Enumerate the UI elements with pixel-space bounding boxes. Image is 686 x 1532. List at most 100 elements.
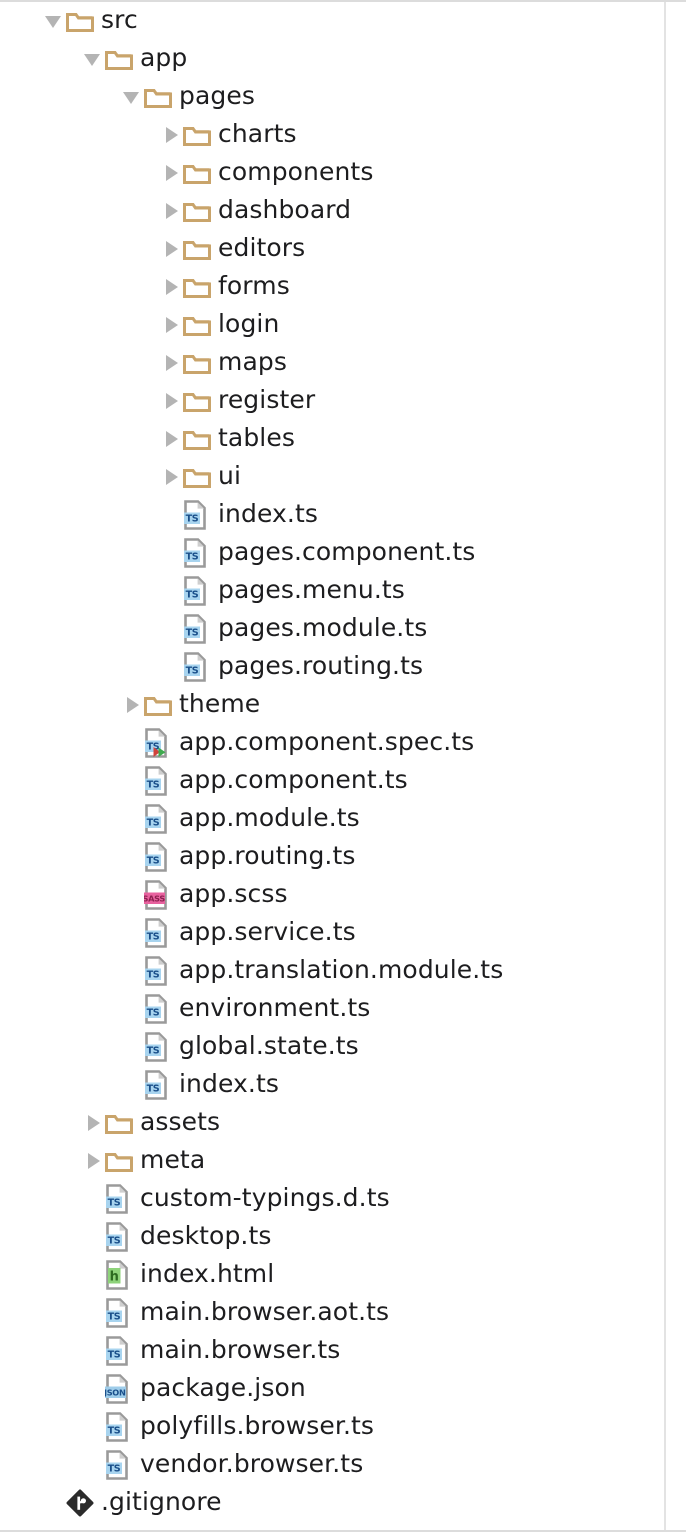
folder-icon bbox=[183, 306, 213, 344]
file-name-label: app.translation.module.ts bbox=[179, 955, 504, 984]
tree-row[interactable]: editors bbox=[0, 230, 664, 268]
tree-row[interactable]: TS vendor.browser.ts bbox=[0, 1446, 664, 1484]
folder-icon bbox=[183, 268, 213, 306]
folder-name-label: charts bbox=[218, 119, 297, 148]
tree-twisty-placeholder bbox=[157, 648, 183, 686]
folder-name-label: meta bbox=[140, 1145, 206, 1174]
tree-row[interactable]: TS main.browser.ts bbox=[0, 1332, 664, 1370]
tree-row[interactable]: TS index.ts bbox=[0, 496, 664, 534]
tree-row[interactable]: TS custom-typings.d.ts bbox=[0, 1180, 664, 1218]
file-name-label: app.component.spec.ts bbox=[179, 727, 475, 756]
chevron-right-icon[interactable] bbox=[157, 230, 183, 268]
tree-row[interactable]: tables bbox=[0, 420, 664, 458]
file-name-label: desktop.ts bbox=[140, 1221, 272, 1250]
tree-row[interactable]: TS environment.ts bbox=[0, 990, 664, 1028]
tree-row[interactable]: charts bbox=[0, 116, 664, 154]
tree-row[interactable]: register bbox=[0, 382, 664, 420]
chevron-right-icon[interactable] bbox=[118, 686, 144, 724]
tree-row[interactable]: src bbox=[0, 2, 664, 40]
file-tree-list: src app pages charts components dashboard edit… bbox=[0, 2, 664, 1522]
typescript-file-icon: TS bbox=[144, 762, 174, 800]
folder-icon bbox=[183, 192, 213, 230]
folder-name-label: tables bbox=[218, 423, 295, 452]
tree-row[interactable]: pages bbox=[0, 78, 664, 116]
tree-row[interactable]: TS global.state.ts bbox=[0, 1028, 664, 1066]
typescript-file-icon: TS bbox=[144, 800, 174, 838]
svg-text:TS: TS bbox=[108, 1198, 121, 1209]
git-file-icon bbox=[66, 1484, 96, 1522]
tree-row[interactable]: JSON package.json bbox=[0, 1370, 664, 1408]
sass-file-icon: SASS bbox=[144, 876, 174, 914]
svg-text:JSON: JSON bbox=[105, 1388, 126, 1398]
tree-row[interactable]: TS main.browser.aot.ts bbox=[0, 1294, 664, 1332]
tree-twisty-placeholder bbox=[79, 1332, 105, 1370]
tree-row[interactable]: TS polyfills.browser.ts bbox=[0, 1408, 664, 1446]
chevron-right-icon[interactable] bbox=[157, 306, 183, 344]
tree-row[interactable]: TS index.ts bbox=[0, 1066, 664, 1104]
tree-row[interactable]: .gitignore bbox=[0, 1484, 664, 1522]
svg-text:TS: TS bbox=[147, 1084, 160, 1095]
folder-name-label: dashboard bbox=[218, 195, 352, 224]
vertical-scrollbar[interactable] bbox=[679, 2, 686, 1530]
svg-text:TS: TS bbox=[147, 1008, 160, 1019]
tree-row[interactable]: dashboard bbox=[0, 192, 664, 230]
chevron-right-icon[interactable] bbox=[157, 268, 183, 306]
svg-text:TS: TS bbox=[186, 552, 199, 563]
tree-twisty-placeholder bbox=[118, 914, 144, 952]
file-name-label: index.ts bbox=[218, 499, 318, 528]
svg-text:TS: TS bbox=[147, 780, 160, 791]
chevron-right-icon[interactable] bbox=[79, 1142, 105, 1180]
file-name-label: app.service.ts bbox=[179, 917, 356, 946]
tree-row[interactable]: TS desktop.ts bbox=[0, 1218, 664, 1256]
tree-row[interactable]: maps bbox=[0, 344, 664, 382]
tree-row[interactable]: TS app.component.spec.ts bbox=[0, 724, 664, 762]
tree-row[interactable]: app bbox=[0, 40, 664, 78]
svg-text:TS: TS bbox=[147, 1046, 160, 1057]
tree-row[interactable]: TS app.module.ts bbox=[0, 800, 664, 838]
chevron-right-icon[interactable] bbox=[157, 344, 183, 382]
typescript-file-icon: TS bbox=[144, 1066, 174, 1104]
svg-text:TS: TS bbox=[147, 818, 160, 829]
chevron-right-icon[interactable] bbox=[157, 458, 183, 496]
chevron-down-icon[interactable] bbox=[40, 2, 66, 40]
svg-text:TS: TS bbox=[186, 666, 199, 677]
file-name-label: .gitignore bbox=[101, 1487, 222, 1516]
tree-row[interactable]: TS pages.menu.ts bbox=[0, 572, 664, 610]
typescript-file-icon: TS bbox=[105, 1180, 135, 1218]
folder-name-label: register bbox=[218, 385, 316, 414]
tree-row[interactable]: login bbox=[0, 306, 664, 344]
tree-row[interactable]: assets bbox=[0, 1104, 664, 1142]
tree-row[interactable]: TS app.translation.module.ts bbox=[0, 952, 664, 990]
tree-row[interactable]: TS app.service.ts bbox=[0, 914, 664, 952]
tree-twisty-placeholder bbox=[118, 876, 144, 914]
typescript-spec-file-icon: TS bbox=[144, 724, 174, 762]
chevron-right-icon[interactable] bbox=[79, 1104, 105, 1142]
tree-row[interactable]: ui bbox=[0, 458, 664, 496]
panel-right-divider bbox=[664, 2, 686, 1530]
chevron-right-icon[interactable] bbox=[157, 154, 183, 192]
chevron-down-icon[interactable] bbox=[118, 78, 144, 116]
tree-row[interactable]: TS app.component.ts bbox=[0, 762, 664, 800]
chevron-right-icon[interactable] bbox=[157, 192, 183, 230]
tree-row[interactable]: TS pages.component.ts bbox=[0, 534, 664, 572]
tree-row[interactable]: h index.html bbox=[0, 1256, 664, 1294]
tree-row[interactable]: SASS app.scss bbox=[0, 876, 664, 914]
svg-text:SASS: SASS bbox=[144, 894, 165, 904]
tree-row[interactable]: theme bbox=[0, 686, 664, 724]
file-name-label: app.component.ts bbox=[179, 765, 408, 794]
chevron-down-icon[interactable] bbox=[79, 40, 105, 78]
tree-row[interactable]: TS pages.routing.ts bbox=[0, 648, 664, 686]
chevron-right-icon[interactable] bbox=[157, 420, 183, 458]
tree-row[interactable]: TS pages.module.ts bbox=[0, 610, 664, 648]
file-name-label: index.html bbox=[140, 1259, 275, 1288]
chevron-right-icon[interactable] bbox=[157, 382, 183, 420]
tree-twisty-placeholder bbox=[79, 1408, 105, 1446]
chevron-right-icon[interactable] bbox=[157, 116, 183, 154]
svg-text:TS: TS bbox=[108, 1350, 121, 1361]
tree-row[interactable]: TS app.routing.ts bbox=[0, 838, 664, 876]
folder-icon bbox=[105, 1104, 135, 1142]
tree-row[interactable]: forms bbox=[0, 268, 664, 306]
file-name-label: app.routing.ts bbox=[179, 841, 356, 870]
tree-row[interactable]: meta bbox=[0, 1142, 664, 1180]
tree-row[interactable]: components bbox=[0, 154, 664, 192]
